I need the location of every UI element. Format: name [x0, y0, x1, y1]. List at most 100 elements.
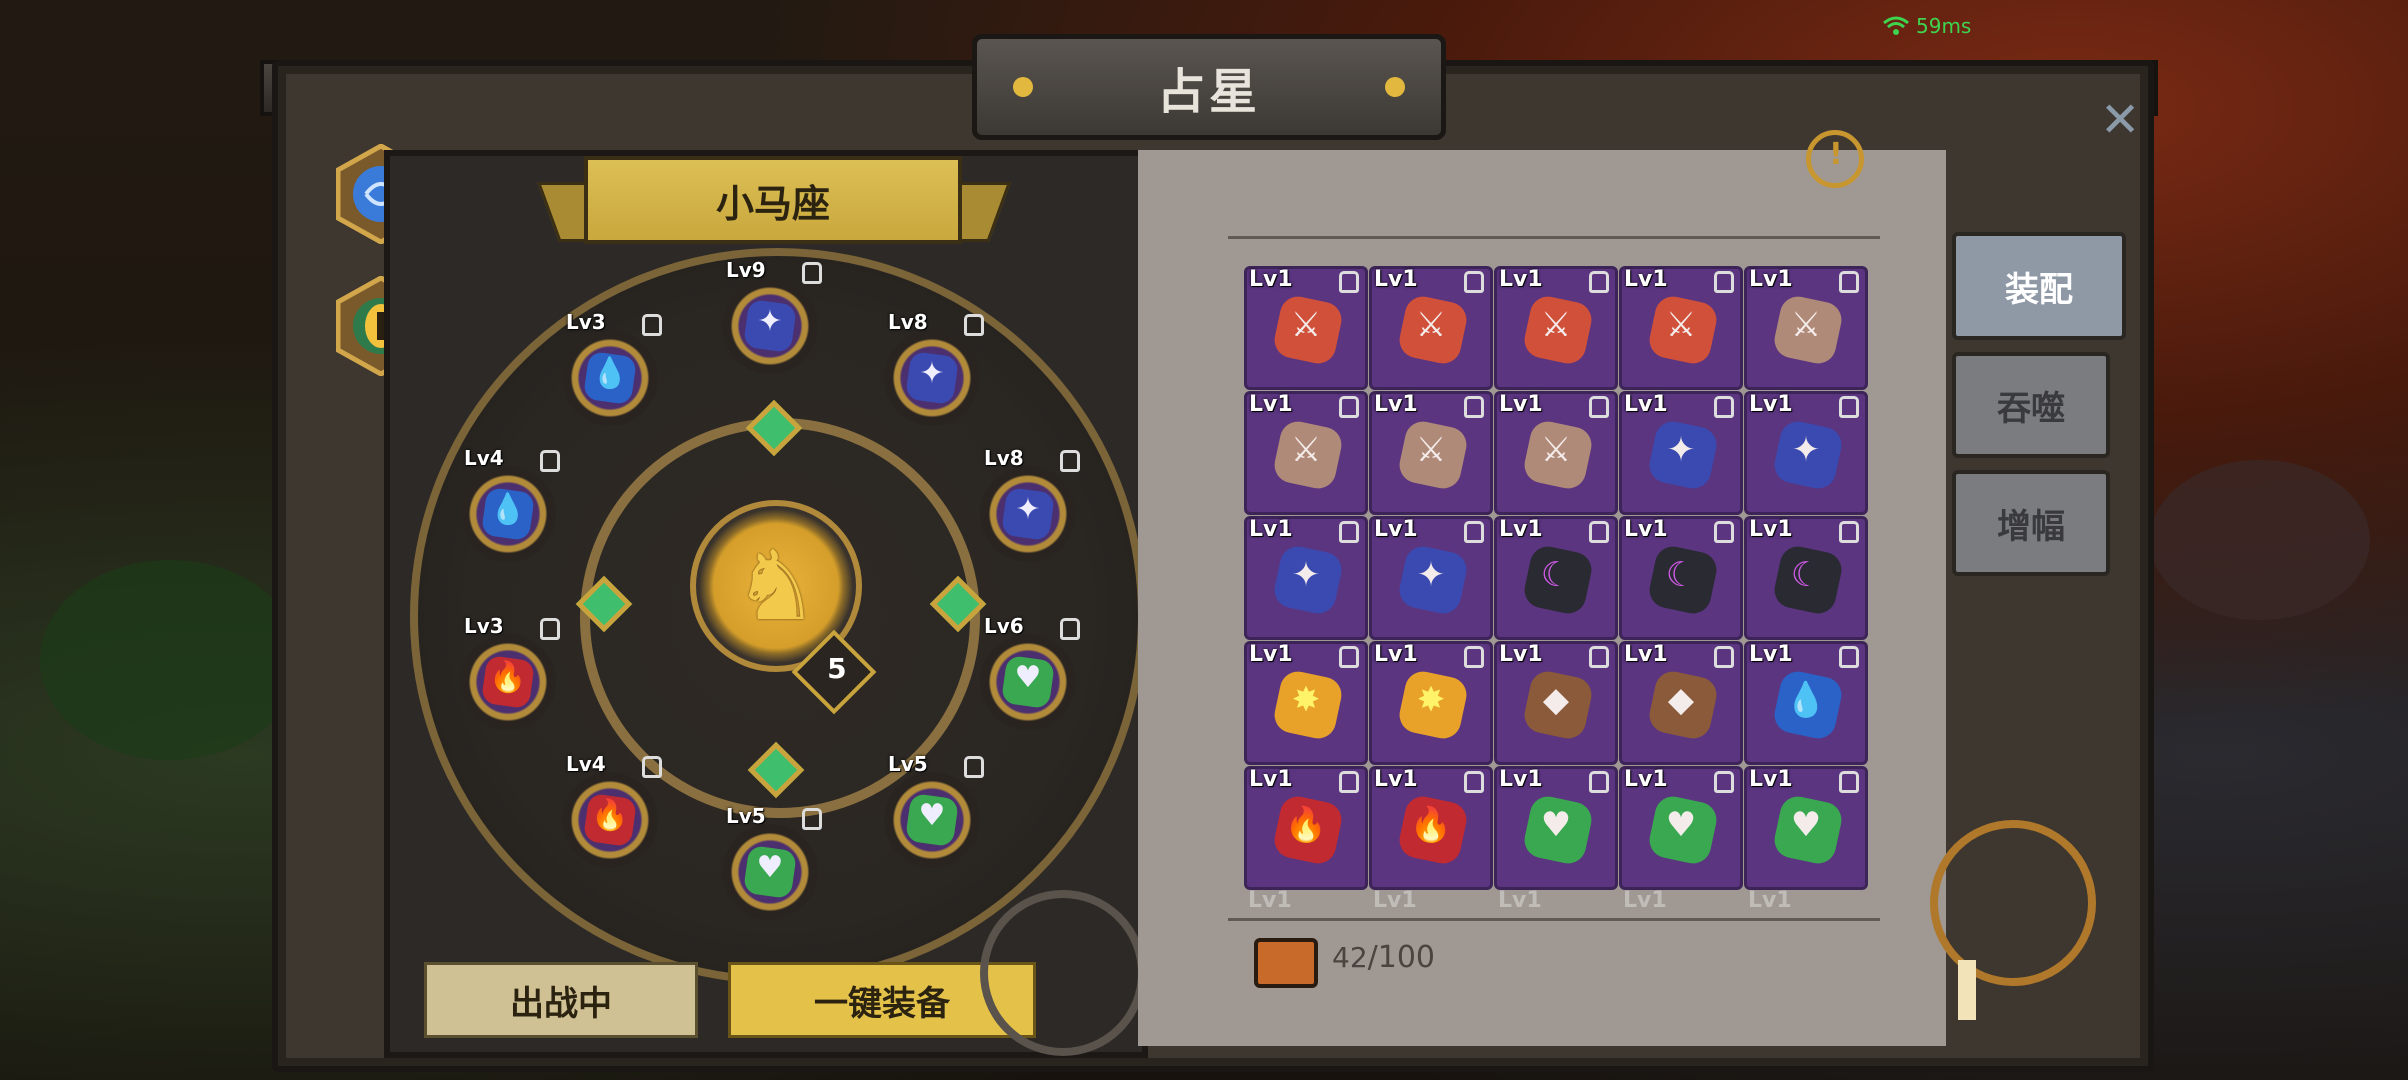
card-glyph: ☾ [1540, 555, 1572, 595]
window-title: 占星 [1156, 64, 1261, 120]
card-level: Lv1 [1749, 642, 1793, 667]
card-glyph: ♥ [1790, 805, 1822, 845]
inventory-card[interactable]: 🔥 Lv1 [1244, 766, 1368, 890]
inventory-card[interactable]: ♥ Lv1 [1744, 766, 1868, 890]
lock-icon [802, 808, 822, 830]
inventory-card[interactable]: ⚔ Lv1 [1369, 266, 1493, 390]
card-glyph: ⚔ [1540, 305, 1572, 345]
tab-devour[interactable]: 吞噬 [1952, 352, 2110, 458]
inventory-card[interactable]: ♥ Lv1 [1494, 766, 1618, 890]
inventory-card[interactable]: 💧 Lv1 [1744, 641, 1868, 765]
inventory-card[interactable]: 🔥 Lv1 [1369, 766, 1493, 890]
card-level: Lv1 [1374, 642, 1418, 667]
card-level: Lv1 [1499, 392, 1543, 417]
lock-icon [1060, 618, 1080, 640]
card-glyph: ⚔ [1415, 430, 1447, 470]
ornament-dot [1385, 77, 1405, 97]
inventory-card[interactable]: ✦ Lv1 [1744, 391, 1868, 515]
tab-amplify[interactable]: 增幅 [1952, 470, 2110, 576]
slot-glyph: 🔥 [489, 660, 527, 695]
lock-icon [1839, 271, 1859, 293]
inventory-max: /100 [1367, 940, 1436, 975]
lock-icon [642, 314, 662, 336]
lock-icon [1714, 271, 1734, 293]
card-glyph: ◆ [1542, 680, 1570, 720]
constellation-slot[interactable]: ♥ [722, 824, 818, 920]
lock-icon [1839, 396, 1859, 418]
card-level: Lv1 [1374, 267, 1418, 292]
constellation-slot[interactable]: ♥ [980, 634, 1076, 730]
lock-icon [540, 618, 560, 640]
network-status: 59ms [1882, 14, 1971, 38]
card-glyph: ☾ [1665, 555, 1697, 595]
inventory-card[interactable]: ✦ Lv1 [1619, 391, 1743, 515]
lock-icon [1339, 396, 1359, 418]
constellation-slot[interactable]: 💧 [460, 466, 556, 562]
inventory-card[interactable]: ⚔ Lv1 [1244, 391, 1368, 515]
inventory-card[interactable]: ⚔ Lv1 [1619, 266, 1743, 390]
inventory-card[interactable]: ♥ Lv1 [1619, 766, 1743, 890]
card-glyph: ⚔ [1290, 305, 1322, 345]
card-level: Lv1 [1499, 267, 1543, 292]
inventory-card[interactable]: ◆ Lv1 [1494, 641, 1618, 765]
card-level: Lv1 [1749, 767, 1793, 792]
constellation-slot[interactable]: ✦ [884, 330, 980, 426]
card-level: Lv1 [1249, 642, 1293, 667]
card-glyph: ♥ [1665, 805, 1697, 845]
inventory-card[interactable]: ✸ Lv1 [1244, 641, 1368, 765]
lock-icon [1714, 396, 1734, 418]
help-icon[interactable]: ! [1806, 130, 1864, 188]
inventory-card[interactable]: ⚔ Lv1 [1494, 391, 1618, 515]
close-icon[interactable]: ✕ [2100, 92, 2140, 148]
active-button[interactable]: 出战中 [424, 962, 698, 1038]
slot-glyph: ✦ [919, 356, 945, 391]
inventory-card[interactable]: ✸ Lv1 [1369, 641, 1493, 765]
lock-icon [1839, 521, 1859, 543]
card-level: Lv1 [1499, 642, 1543, 667]
card-glyph: ✦ [1416, 555, 1446, 595]
card-level: Lv1 [1623, 888, 1667, 913]
constellation-slot[interactable]: 🔥 [562, 772, 658, 868]
lock-icon [802, 262, 822, 284]
constellation-slot[interactable]: 💧 [562, 330, 658, 426]
card-level: Lv1 [1374, 517, 1418, 542]
card-glyph: 🔥 [1284, 805, 1328, 845]
card-level: Lv1 [1249, 392, 1293, 417]
card-glyph: 🔥 [1409, 805, 1453, 845]
inventory-card[interactable]: ✦ Lv1 [1369, 516, 1493, 640]
inventory-card[interactable]: ⚔ Lv1 [1369, 391, 1493, 515]
card-glyph: 💧 [1784, 680, 1828, 720]
card-glyph: ✸ [1416, 680, 1446, 720]
slot-glyph: ♥ [918, 798, 946, 833]
constellation-slot[interactable]: ♥ [884, 772, 980, 868]
inventory-card[interactable]: ✦ Lv1 [1244, 516, 1368, 640]
constellation-slot[interactable]: ✦ [980, 466, 1076, 562]
lock-icon [1339, 521, 1359, 543]
inventory-card[interactable]: ☾ Lv1 [1619, 516, 1743, 640]
slot-level: Lv6 [984, 614, 1024, 638]
lock-icon [1714, 646, 1734, 668]
divider-bottom [1228, 918, 1880, 921]
inventory-card[interactable]: ⚔ Lv1 [1494, 266, 1618, 390]
tab-equip[interactable]: 装配 [1952, 232, 2126, 340]
inventory-card[interactable]: ◆ Lv1 [1619, 641, 1743, 765]
constellation-slot[interactable]: ✦ [722, 278, 818, 374]
card-level: Lv1 [1373, 888, 1417, 913]
slot-glyph: ♥ [756, 850, 784, 885]
lock-icon [1714, 771, 1734, 793]
lock-icon [1339, 271, 1359, 293]
slot-glyph: ✦ [1015, 492, 1041, 527]
inventory-card[interactable]: ☾ Lv1 [1494, 516, 1618, 640]
inventory-card[interactable]: ☾ Lv1 [1744, 516, 1868, 640]
lock-icon [1589, 771, 1609, 793]
inventory-card[interactable]: ⚔ Lv1 [1744, 266, 1868, 390]
inventory-card[interactable]: ⚔ Lv1 [1244, 266, 1368, 390]
lock-icon [1339, 646, 1359, 668]
lock-icon [1839, 771, 1859, 793]
card-level: Lv1 [1749, 267, 1793, 292]
card-glyph: ✦ [1291, 555, 1321, 595]
slot-level: Lv4 [566, 752, 606, 776]
lock-icon [1464, 521, 1484, 543]
constellation-slot[interactable]: 🔥 [460, 634, 556, 730]
lock-icon [1464, 646, 1484, 668]
